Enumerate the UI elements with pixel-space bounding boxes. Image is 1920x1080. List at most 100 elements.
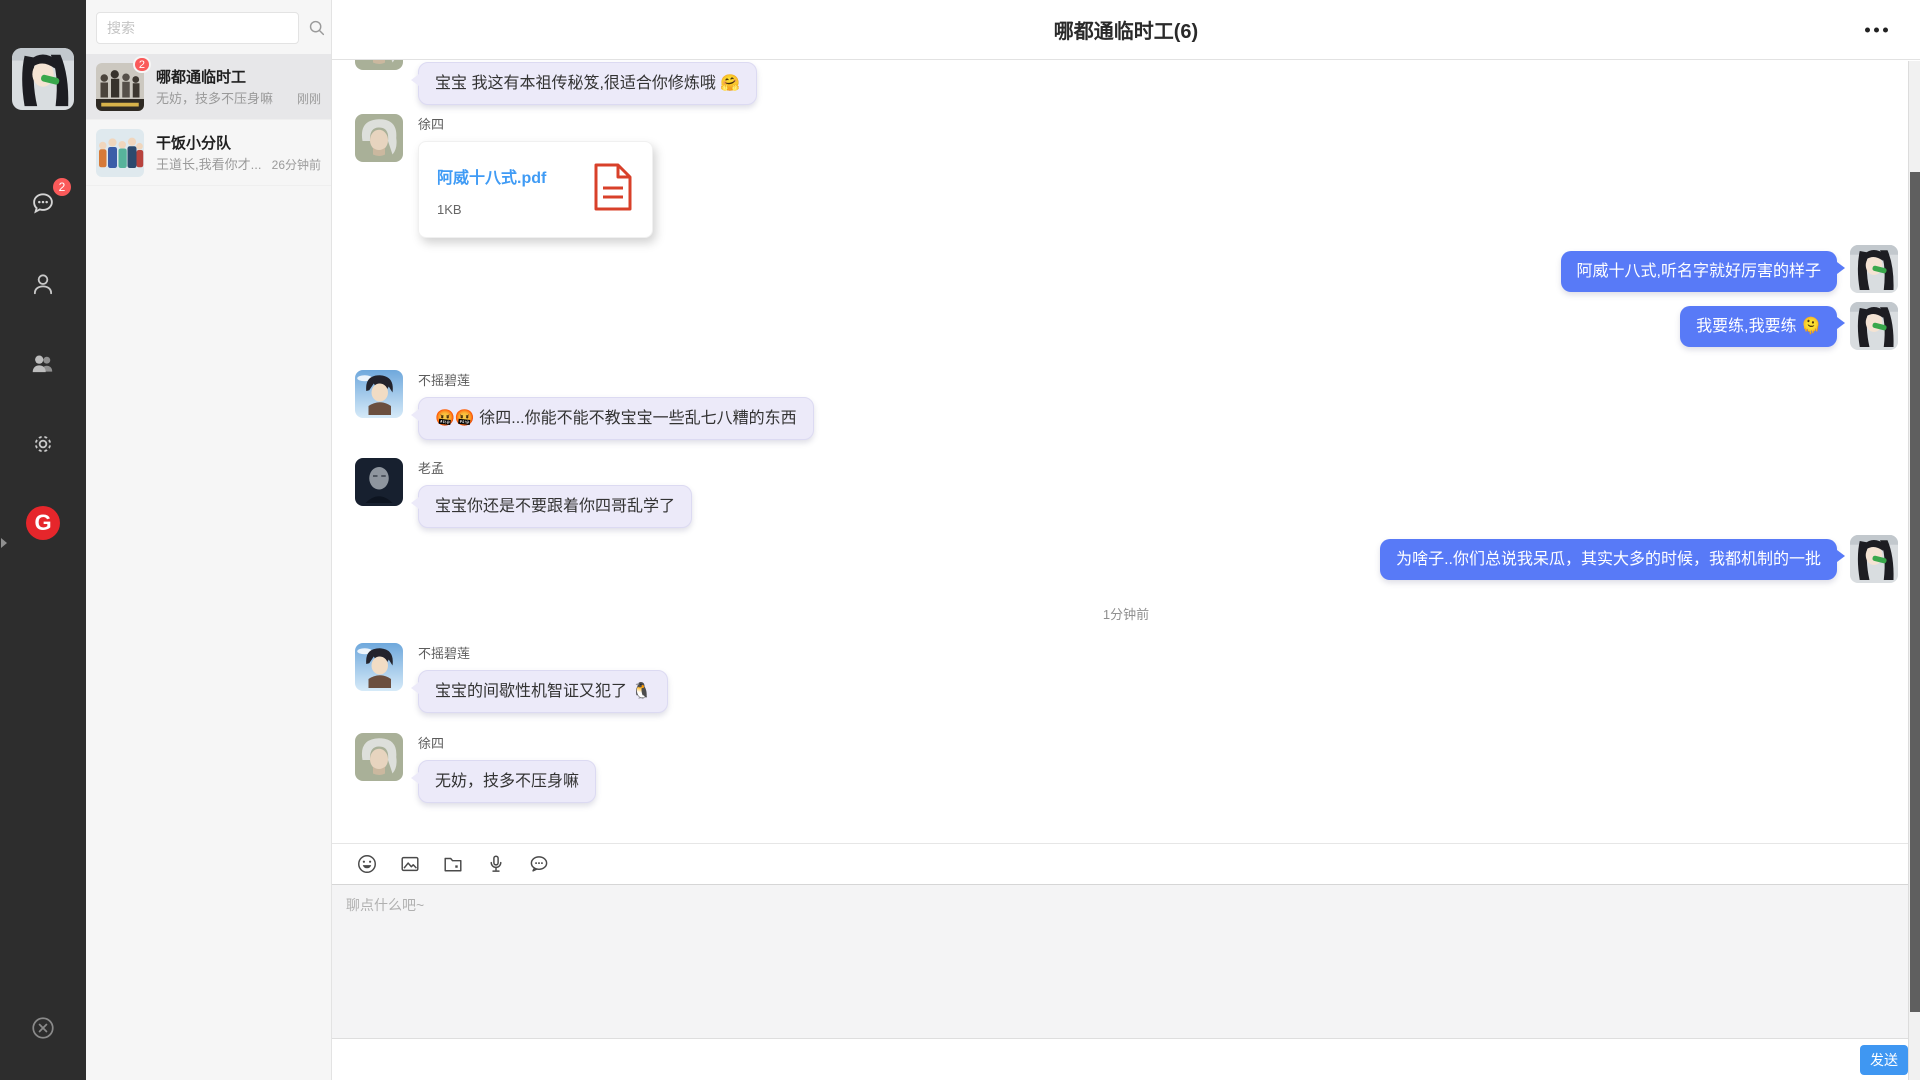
avatar-image bbox=[355, 458, 403, 506]
composer-area bbox=[332, 884, 1920, 1038]
sender-name: 老孟 bbox=[418, 458, 444, 476]
my-avatar[interactable] bbox=[1850, 245, 1898, 293]
chat-app-window: 2 bbox=[0, 0, 1920, 1080]
my-avatar-image bbox=[12, 48, 74, 110]
sidebar-item-settings[interactable] bbox=[25, 426, 61, 462]
send-button[interactable]: 发送 bbox=[1860, 1045, 1908, 1075]
search-input[interactable] bbox=[96, 12, 299, 44]
sidebar-item-chats[interactable]: 2 bbox=[25, 185, 61, 221]
left-rail: 2 bbox=[0, 0, 86, 1080]
sender-avatar-buyaobilian[interactable] bbox=[355, 643, 403, 691]
sender-name: 不摇碧莲 bbox=[418, 370, 470, 388]
chats-unread-badge: 2 bbox=[53, 178, 71, 196]
message-row: 徐四 阿威十八式.pdf 1KB bbox=[355, 114, 653, 238]
my-avatar[interactable] bbox=[1850, 535, 1898, 583]
folder-icon bbox=[442, 853, 464, 875]
avatar-image bbox=[1850, 535, 1898, 583]
sender-name: 徐四 bbox=[418, 114, 444, 132]
sender-avatar-xusi[interactable] bbox=[355, 733, 403, 781]
sender-avatar-xusi[interactable] bbox=[355, 60, 403, 70]
avatar-image bbox=[1850, 302, 1898, 350]
sender-name: 徐四 bbox=[418, 733, 444, 751]
file-attachment-card[interactable]: 阿威十八式.pdf 1KB bbox=[418, 141, 653, 238]
g-logo: G bbox=[26, 506, 60, 540]
avatar-image bbox=[1850, 245, 1898, 293]
message-history-button[interactable] bbox=[524, 849, 554, 879]
message-row: 老孟 宝宝你还是不要跟着你四哥乱学了 bbox=[355, 458, 692, 528]
chat-list-item-0[interactable]: 2 哪都通临时工 无妨，技多不压身嘛 刚刚 bbox=[86, 54, 331, 120]
chat-last-message: 王道长,我看你才... bbox=[156, 154, 268, 173]
chat-time: 26分钟前 bbox=[272, 156, 321, 173]
message-row: 不摇碧莲 🤬🤬 徐四...你能不能不教宝宝一些乱七八糟的东西 bbox=[355, 370, 814, 440]
send-bar: 发送 bbox=[332, 1038, 1920, 1080]
voice-button[interactable] bbox=[481, 849, 511, 879]
chat-list-panel: 2 哪都通临时工 无妨，技多不压身嘛 刚刚 bbox=[86, 0, 332, 1080]
message-row: 阿威十八式,听名字就好厉害的样子 bbox=[1561, 251, 1898, 293]
my-message-bubble: 阿威十八式,听名字就好厉害的样子 bbox=[1561, 251, 1837, 292]
group-avatar bbox=[96, 129, 144, 177]
message-bubble: 宝宝 我这有本祖传秘笈,很适合你修炼哦 🤗 bbox=[418, 62, 757, 105]
group-avatar: 2 bbox=[96, 63, 144, 111]
scrollbar-thumb[interactable] bbox=[1910, 172, 1920, 1012]
avatar-image bbox=[355, 733, 403, 781]
contacts-icon bbox=[30, 271, 56, 297]
chat-list-item-1[interactable]: 干饭小分队 王道长,我看你才... 26分钟前 bbox=[86, 120, 331, 186]
message-row: 徐四 无妨，技多不压身嘛 bbox=[355, 733, 596, 803]
chat-last-message: 无妨，技多不压身嘛 bbox=[156, 88, 293, 107]
sender-name: 不摇碧莲 bbox=[418, 643, 470, 661]
power-off-icon bbox=[30, 1015, 56, 1041]
vertical-scrollbar[interactable] bbox=[1908, 61, 1920, 1080]
chat-time: 刚刚 bbox=[297, 90, 321, 107]
power-off-button[interactable] bbox=[25, 1010, 61, 1046]
message-row: 不摇碧莲 宝宝的间歇性机智证又犯了 🐧 bbox=[355, 643, 668, 713]
search-button[interactable] bbox=[307, 14, 327, 42]
chat-name: 哪都通临时工 bbox=[156, 66, 321, 87]
search-row bbox=[86, 0, 331, 54]
message-dots-icon bbox=[528, 853, 550, 875]
emoji-icon bbox=[356, 853, 378, 875]
search-icon bbox=[307, 18, 327, 38]
sender-avatar-laomeng[interactable] bbox=[355, 458, 403, 506]
conversation-pane: 哪都通临时工(6) 宝宝 我这有本祖传秘笈,很适合你修炼哦 🤗 bbox=[332, 0, 1920, 1080]
my-avatar[interactable] bbox=[1850, 302, 1898, 350]
settings-gear-icon bbox=[30, 431, 56, 457]
group-icon bbox=[30, 351, 56, 377]
avatar-image bbox=[355, 60, 403, 70]
conversation-title: 哪都通临时工(6) bbox=[1054, 15, 1198, 44]
message-bubble: 无妨，技多不压身嘛 bbox=[418, 760, 596, 803]
pdf-file-icon bbox=[592, 162, 634, 212]
panel-collapse-arrow[interactable] bbox=[1, 538, 7, 548]
sender-avatar-xusi[interactable] bbox=[355, 114, 403, 162]
message-row: 为啥子..你们总说我呆瓜，其实大多的时候，我都机制的一批 bbox=[1380, 539, 1898, 583]
message-row: 我要练,我要练 🫠 bbox=[1680, 306, 1898, 350]
sender-avatar-buyaobilian[interactable] bbox=[355, 370, 403, 418]
message-row: 宝宝 我这有本祖传秘笈,很适合你修炼哦 🤗 bbox=[355, 62, 757, 105]
image-icon bbox=[399, 853, 421, 875]
sidebar-item-contacts[interactable] bbox=[25, 266, 61, 302]
message-scroll-area[interactable]: 宝宝 我这有本祖传秘笈,很适合你修炼哦 🤗 徐四 阿威十八式.pdf bbox=[332, 60, 1920, 843]
my-message-bubble: 为啥子..你们总说我呆瓜，其实大多的时候，我都机制的一批 bbox=[1380, 539, 1837, 580]
time-divider: 1分钟前 bbox=[332, 604, 1920, 623]
microphone-icon bbox=[485, 853, 507, 875]
group-avatar-image bbox=[96, 129, 144, 177]
app-logo-button[interactable]: G bbox=[25, 505, 61, 541]
message-bubble: 🤬🤬 徐四...你能不能不教宝宝一些乱七八糟的东西 bbox=[418, 397, 814, 440]
avatar-image bbox=[355, 643, 403, 691]
folder-button[interactable] bbox=[438, 849, 468, 879]
message-bubble: 宝宝的间歇性机智证又犯了 🐧 bbox=[418, 670, 668, 713]
unread-badge: 2 bbox=[133, 56, 151, 73]
message-bubble: 宝宝你还是不要跟着你四哥乱学了 bbox=[418, 485, 692, 528]
composer-toolbar bbox=[332, 843, 1920, 884]
chat-bubble-icon bbox=[30, 190, 56, 216]
my-message-bubble: 我要练,我要练 🫠 bbox=[1680, 306, 1837, 347]
emoji-button[interactable] bbox=[352, 849, 382, 879]
my-avatar[interactable] bbox=[12, 48, 74, 110]
image-button[interactable] bbox=[395, 849, 425, 879]
conversation-header: 哪都通临时工(6) bbox=[332, 0, 1920, 60]
avatar-image bbox=[355, 370, 403, 418]
more-menu-icon[interactable] bbox=[1859, 21, 1894, 38]
chat-name: 干饭小分队 bbox=[156, 132, 321, 153]
message-input[interactable] bbox=[332, 885, 1920, 1038]
avatar-image bbox=[355, 114, 403, 162]
sidebar-item-groups[interactable] bbox=[25, 346, 61, 382]
